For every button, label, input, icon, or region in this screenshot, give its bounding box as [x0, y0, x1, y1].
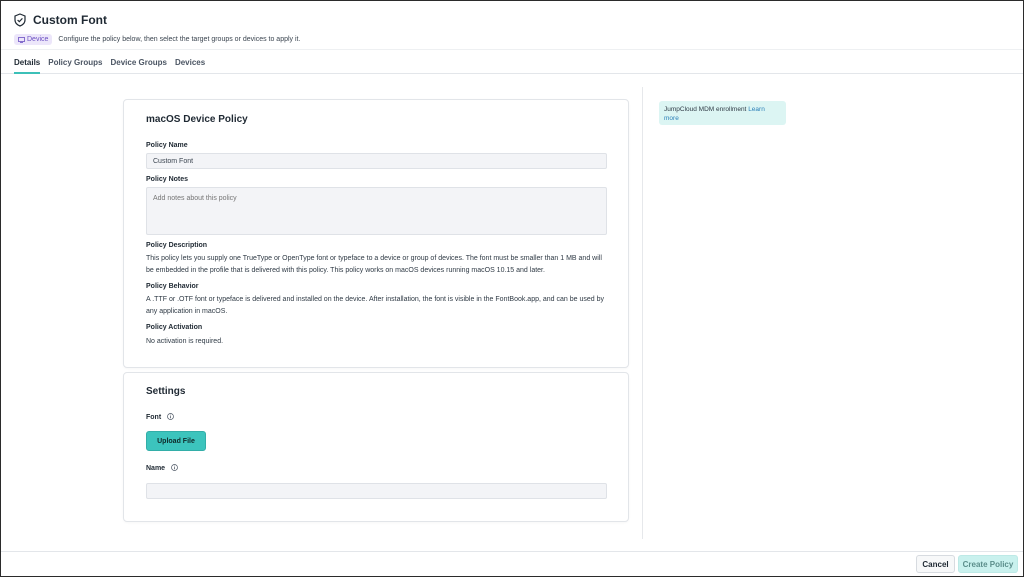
create-policy-button[interactable]: Create Policy — [958, 555, 1018, 573]
policy-name-input[interactable] — [146, 153, 607, 169]
upload-file-button[interactable]: Upload File — [146, 431, 206, 451]
font-label-row: Font — [146, 413, 174, 421]
policy-behavior-label: Policy Behavior — [146, 283, 199, 290]
tab-device-groups[interactable]: Device Groups — [110, 58, 166, 74]
policy-card-title: macOS Device Policy — [146, 114, 248, 125]
settings-card-title: Settings — [146, 386, 186, 397]
device-badge: Device — [14, 34, 53, 45]
policy-behavior-text: A .TTF or .OTF font or typeface is deliv… — [146, 296, 604, 315]
policy-activation-text: No activation is required. — [146, 338, 224, 345]
policy-notes-textarea[interactable] — [146, 187, 607, 235]
subtitle-row: Device Configure the policy below, then … — [14, 34, 300, 45]
mdm-enrollment-text: JumpCloud MDM enrollment — [664, 106, 747, 113]
tab-bar: Details Policy Groups Device Groups Devi… — [14, 58, 205, 74]
device-badge-label: Device — [27, 36, 49, 43]
settings-card: Settings Font Upload File Name — [123, 372, 629, 522]
footer-bar: Cancel Create Policy — [1, 551, 1023, 576]
policy-activation-label: Policy Activation — [146, 324, 203, 331]
cancel-button[interactable]: Cancel — [916, 555, 955, 573]
page-subtitle: Configure the policy below, then select … — [58, 36, 301, 43]
tab-policy-groups[interactable]: Policy Groups — [48, 58, 102, 74]
tab-details[interactable]: Details — [14, 58, 41, 74]
shield-check-icon — [13, 13, 27, 27]
policy-notes-label: Policy Notes — [146, 176, 189, 183]
name-label-row: Name — [146, 464, 178, 472]
policy-description-label: Policy Description — [146, 242, 208, 249]
device-icon — [18, 36, 25, 43]
sidebar-divider — [642, 87, 643, 539]
font-name-input[interactable] — [146, 483, 607, 499]
policy-description-text: This policy lets you supply one TrueType… — [146, 255, 602, 274]
page-title: Custom Font — [33, 13, 107, 27]
policy-name-label: Policy Name — [146, 142, 188, 149]
policy-card: macOS Device Policy Policy Name Policy N… — [123, 99, 629, 368]
info-icon[interactable] — [167, 413, 174, 420]
tab-devices[interactable]: Devices — [175, 58, 205, 74]
header-divider — [1, 49, 1023, 50]
mdm-enrollment-note: JumpCloud MDM enrollment Learn more — [659, 101, 786, 125]
info-icon[interactable] — [171, 464, 178, 471]
name-label: Name — [146, 465, 166, 472]
font-label: Font — [146, 414, 162, 421]
title-row: Custom Font — [13, 13, 107, 27]
page-header: Custom Font Device Configure the policy … — [1, 1, 1023, 74]
